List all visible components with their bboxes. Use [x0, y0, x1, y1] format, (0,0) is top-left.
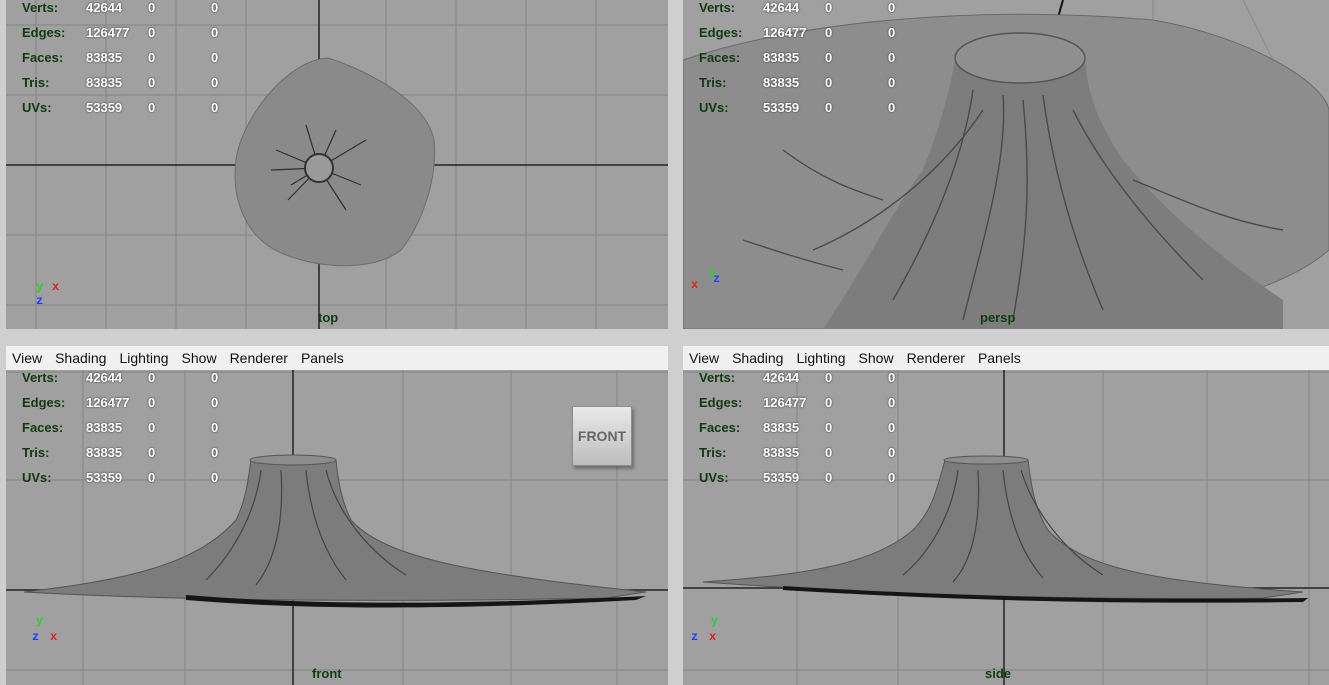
viewport-persp-canvas[interactable]: Verts: 42644 0 0 Edges: 126477 0 0 Faces: 83835…: [683, 0, 1329, 329]
menu-panels[interactable]: Panels: [978, 350, 1021, 366]
viewport-front-canvas[interactable]: Verts: 42644 0 0 Edges: 126477 0 0 Faces: 83835…: [6, 370, 668, 685]
viewport-top-canvas[interactable]: Verts: 42644 0 0 Edges: 126477 0 0 Faces: 83835…: [6, 0, 668, 329]
menu-show[interactable]: Show: [859, 350, 894, 366]
viewport-side[interactable]: View Shading Lighting Show Renderer Pane…: [683, 346, 1329, 685]
menu-shading[interactable]: Shading: [732, 350, 783, 366]
axis-y-icon: y: [711, 614, 719, 628]
axis-y-icon: y: [36, 280, 44, 294]
axis-x-icon: x: [50, 630, 58, 644]
axis-x-icon: x: [709, 630, 717, 644]
menu-lighting[interactable]: Lighting: [119, 350, 168, 366]
axis-y-icon: y: [36, 614, 44, 628]
axis-gizmo-side: y z x: [691, 614, 731, 650]
viewport-menubar: View Shading Lighting Show Renderer Pane…: [6, 346, 668, 371]
axis-x-icon: x: [691, 278, 699, 292]
menu-renderer[interactable]: Renderer: [230, 350, 288, 366]
menu-show[interactable]: Show: [182, 350, 217, 366]
axis-z-icon: z: [713, 272, 721, 286]
camera-label-top: top: [318, 310, 339, 325]
viewport-front[interactable]: View Shading Lighting Show Renderer Pane…: [6, 346, 668, 685]
camera-label-side: side: [985, 666, 1012, 681]
menu-shading[interactable]: Shading: [55, 350, 106, 366]
menu-lighting[interactable]: Lighting: [796, 350, 845, 366]
axis-gizmo-top: y x z: [32, 280, 72, 316]
front-view-scene: [6, 370, 668, 685]
viewcube-front-button[interactable]: FRONT: [572, 406, 632, 466]
camera-label-front: front: [312, 666, 342, 681]
side-view-scene: [683, 370, 1329, 685]
menu-view[interactable]: View: [12, 350, 42, 366]
axis-x-icon: x: [52, 280, 60, 294]
viewport-persp[interactable]: Verts: 42644 0 0 Edges: 126477 0 0 Faces: 83835…: [683, 0, 1329, 329]
menu-view[interactable]: View: [689, 350, 719, 366]
axis-z-icon: z: [32, 630, 40, 644]
camera-label-persp: persp: [980, 310, 1016, 325]
menu-renderer[interactable]: Renderer: [907, 350, 965, 366]
axis-z-icon: z: [691, 630, 699, 644]
viewport-side-canvas[interactable]: Verts: 42644 0 0 Edges: 126477 0 0 Faces: 83835…: [683, 370, 1329, 685]
axis-gizmo-persp: y z x: [691, 266, 731, 302]
menu-panels[interactable]: Panels: [301, 350, 344, 366]
viewport-menubar: View Shading Lighting Show Renderer Pane…: [683, 346, 1329, 371]
axis-gizmo-front: y z x: [32, 614, 72, 650]
axis-z-icon: z: [36, 294, 44, 308]
viewport-top[interactable]: Verts: 42644 0 0 Edges: 126477 0 0 Faces: 83835…: [6, 0, 668, 329]
